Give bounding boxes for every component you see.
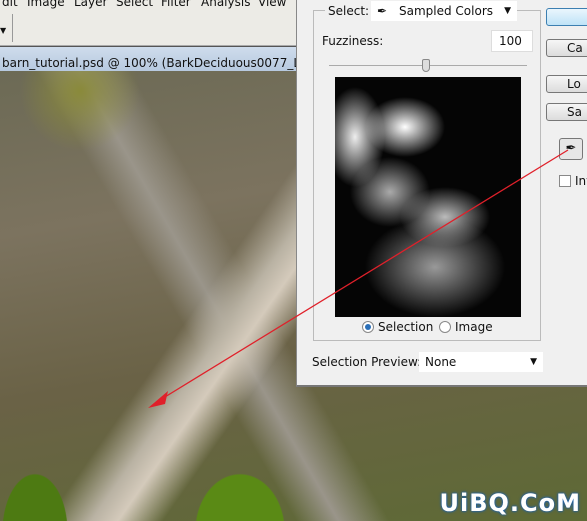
watermark: UiBQ.CoM — [439, 489, 581, 517]
arrow-head — [148, 391, 168, 408]
annotation-arrow — [148, 149, 569, 408]
arrow-line — [159, 149, 569, 401]
